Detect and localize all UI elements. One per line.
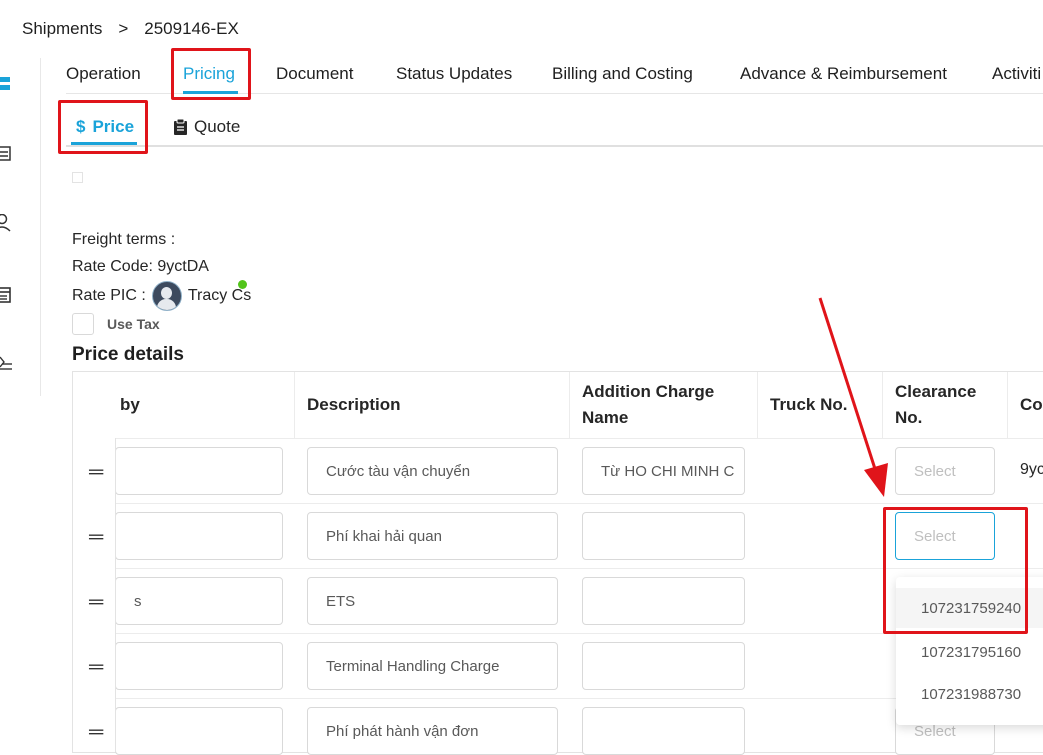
description-input[interactable]: Phí khai hải quan bbox=[307, 512, 558, 560]
rate-code: Rate Code: 9yctDA bbox=[72, 258, 209, 275]
clearance-highlight-box bbox=[883, 507, 1028, 634]
by-input[interactable] bbox=[115, 707, 283, 755]
addition-charge-input[interactable] bbox=[582, 707, 745, 755]
price-details-title: Price details bbox=[72, 344, 184, 365]
description-input[interactable]: Cước tàu vận chuyển bbox=[307, 447, 558, 495]
online-status-dot bbox=[238, 280, 247, 289]
subtab-quote[interactable]: Quote bbox=[174, 117, 240, 137]
placeholder-checkbox[interactable] bbox=[72, 172, 83, 183]
dropdown-option[interactable]: 107231988730 bbox=[896, 674, 1043, 714]
addition-charge-input[interactable]: Từ HO CHI MINH C bbox=[582, 447, 745, 495]
header-truck-no: Truck No. bbox=[770, 395, 848, 414]
clearance-select-placeholder: Select bbox=[914, 462, 956, 480]
list-check-icon[interactable] bbox=[0, 355, 12, 375]
by-input[interactable] bbox=[115, 512, 283, 560]
drag-handle-icon[interactable]: ═ bbox=[89, 722, 103, 742]
breadcrumb-separator: > bbox=[118, 19, 129, 38]
drag-handle-icon[interactable]: ═ bbox=[89, 657, 103, 677]
breadcrumb-current: 2509146-EX bbox=[144, 19, 239, 38]
pricing-tab-highlight bbox=[171, 48, 251, 100]
by-input[interactable]: s bbox=[115, 577, 283, 625]
next-column-value: 9yc bbox=[1020, 461, 1043, 478]
header-clearance-no: Clearance No. bbox=[895, 382, 977, 427]
pricing-subtabs: $ Price Quote bbox=[66, 110, 1043, 147]
dropdown-option[interactable]: 107231795160 bbox=[896, 632, 1043, 672]
tab-document[interactable]: Document bbox=[276, 64, 353, 84]
breadcrumb-root[interactable]: Shipments bbox=[22, 19, 102, 39]
clearance-select[interactable]: Select bbox=[895, 447, 995, 495]
drag-handle-icon[interactable]: ═ bbox=[89, 462, 103, 482]
drag-handle-column: ═ ═ ═ ═ ═ bbox=[73, 438, 116, 752]
tab-activities[interactable]: Activiti bbox=[992, 64, 1041, 84]
header-description: Description bbox=[307, 395, 401, 414]
rate-pic: Rate PIC : Tracy Cs bbox=[72, 281, 251, 311]
tab-status-updates[interactable]: Status Updates bbox=[396, 64, 512, 84]
document-icon[interactable] bbox=[0, 146, 12, 166]
use-tax-label: Use Tax bbox=[107, 316, 160, 332]
calendar-icon[interactable] bbox=[0, 286, 12, 308]
clearance-select-placeholder: Select bbox=[914, 722, 956, 740]
use-tax-checkbox[interactable] bbox=[72, 313, 94, 335]
addition-charge-input[interactable] bbox=[582, 642, 745, 690]
tab-operation[interactable]: Operation bbox=[66, 64, 141, 84]
price-subtab-highlight bbox=[58, 100, 148, 154]
breadcrumb: Shipments > 2509146-EX bbox=[22, 19, 239, 39]
description-input[interactable]: Phí phát hành vận đơn bbox=[307, 707, 558, 755]
avatar[interactable] bbox=[151, 281, 182, 311]
drag-handle-icon[interactable]: ═ bbox=[89, 527, 103, 547]
header-addition-charge-name: Addition Charge Name bbox=[582, 382, 715, 427]
by-input[interactable] bbox=[115, 447, 283, 495]
description-input[interactable]: ETS bbox=[307, 577, 558, 625]
tab-billing-and-costing[interactable]: Billing and Costing bbox=[552, 64, 693, 84]
clipboard-icon bbox=[174, 119, 187, 135]
tab-advance-reimbursement[interactable]: Advance & Reimbursement bbox=[740, 64, 947, 84]
dashboard-icon[interactable] bbox=[0, 76, 12, 96]
drag-handle-icon[interactable]: ═ bbox=[89, 592, 103, 612]
description-input[interactable]: Terminal Handling Charge bbox=[307, 642, 558, 690]
header-by: by bbox=[120, 395, 140, 414]
rate-pic-label: Rate PIC : bbox=[72, 287, 146, 304]
rate-pic-name: Tracy Cs bbox=[187, 287, 252, 304]
subtab-quote-label: Quote bbox=[194, 117, 241, 136]
user-icon[interactable] bbox=[0, 213, 12, 236]
addition-charge-input[interactable] bbox=[582, 577, 745, 625]
by-input[interactable] bbox=[115, 642, 283, 690]
freight-terms: Freight terms : bbox=[72, 231, 176, 248]
addition-charge-input[interactable] bbox=[582, 512, 745, 560]
header-next-column: Col bbox=[1020, 395, 1043, 414]
